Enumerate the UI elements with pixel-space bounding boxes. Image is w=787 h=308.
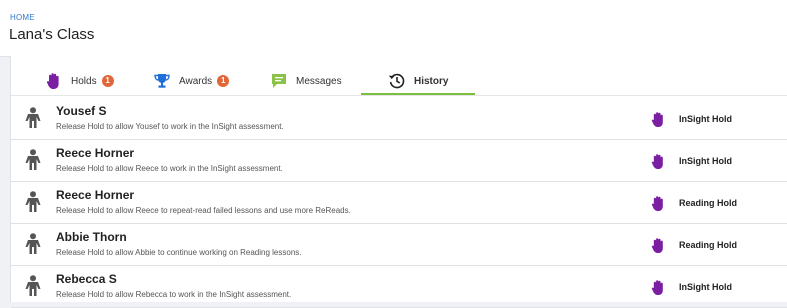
tab-messages-label: Messages (296, 75, 342, 87)
hand-icon (651, 237, 666, 254)
hold-type: Reading Hold (679, 198, 737, 208)
tab-awards[interactable]: Awards 1 (152, 66, 230, 96)
hand-icon (651, 195, 666, 212)
student-name: Reece Horner (56, 188, 135, 202)
hold-type: InSight Hold (679, 156, 732, 166)
list-item[interactable]: Reece Horner Release Hold to allow Reece… (11, 140, 787, 182)
hold-description: Release Hold to allow Reece to work in t… (56, 164, 283, 173)
hold-type: InSight Hold (679, 114, 732, 124)
list-item[interactable]: Abbie Thorn Release Hold to allow Abbie … (11, 224, 787, 266)
student-name: Reece Horner (56, 146, 135, 160)
student-name: Yousef S (56, 104, 107, 118)
hold-description: Release Hold to allow Rebecca to work in… (56, 290, 292, 299)
message-icon (269, 71, 289, 91)
hand-icon (651, 111, 666, 128)
hold-description: Release Hold to allow Yousef to work in … (56, 122, 284, 131)
tab-history-label: History (414, 75, 449, 87)
list-item[interactable]: Yousef S Release Hold to allow Yousef to… (11, 98, 787, 140)
page-header: HOME Lana's Class (0, 0, 787, 57)
holds-count-badge: 1 (101, 75, 114, 87)
hand-icon (651, 279, 666, 296)
history-icon (387, 71, 407, 91)
hold-history-list: Yousef S Release Hold to allow Yousef to… (11, 98, 787, 308)
student-icon (25, 149, 41, 171)
hold-type: Reading Hold (679, 240, 737, 250)
hand-icon (44, 71, 64, 91)
tab-awards-label: Awards (179, 75, 213, 87)
tab-messages[interactable]: Messages (269, 66, 342, 96)
awards-count-badge: 1 (217, 75, 230, 87)
list-item[interactable]: Reece Horner Release Hold to allow Reece… (11, 182, 787, 224)
page-title: Lana's Class (9, 26, 95, 43)
hand-icon (651, 153, 666, 170)
content-panel: Holds 1 Awards 1 Messages History Yousef… (10, 56, 787, 308)
tab-bar: Holds 1 Awards 1 Messages History (11, 56, 787, 98)
trophy-icon (152, 71, 172, 91)
hold-description: Release Hold to allow Abbie to continue … (56, 248, 302, 257)
tab-holds[interactable]: Holds 1 (44, 66, 114, 96)
breadcrumb-home[interactable]: HOME (10, 13, 35, 22)
student-icon (25, 275, 41, 297)
student-name: Rebecca S (56, 272, 117, 286)
student-icon (25, 191, 41, 213)
hold-description: Release Hold to allow Reece to repeat-re… (56, 206, 351, 215)
tab-history[interactable]: History (387, 66, 448, 96)
student-name: Abbie Thorn (56, 230, 127, 244)
student-icon (25, 233, 41, 255)
student-icon (25, 107, 41, 129)
active-tab-indicator (361, 93, 475, 95)
tab-divider (11, 95, 787, 96)
tab-holds-label: Holds (71, 75, 97, 87)
hold-type: InSight Hold (679, 282, 732, 292)
